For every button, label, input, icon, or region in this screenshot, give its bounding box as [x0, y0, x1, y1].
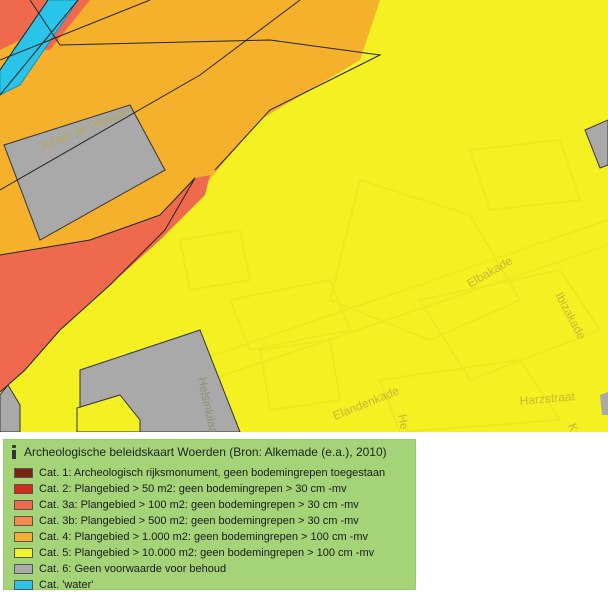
legend-swatch [14, 532, 33, 542]
map-view[interactable]: Johan de Wittlaan Elbakade Ibizakade Har… [0, 0, 608, 432]
legend-item: Cat. 5: Plangebied > 10.000 m2: geen bod… [14, 545, 385, 561]
street-label-he: He [395, 413, 412, 431]
info-icon[interactable] [10, 444, 18, 460]
legend-swatch [14, 580, 33, 590]
legend-item: Cat. 3a: Plangebied > 100 m2: geen bodem… [14, 497, 385, 513]
legend-item-label: Cat. 4: Plangebied > 1.000 m2: geen bode… [39, 531, 368, 543]
legend-item-label: Cat. 5: Plangebied > 10.000 m2: geen bod… [39, 547, 375, 559]
legend-swatch [14, 468, 33, 478]
legend-swatch [14, 500, 33, 510]
legend-item: Cat. 'water' [14, 577, 385, 593]
legend-item: Cat. 1: Archeologisch rijksmonument, gee… [14, 465, 385, 481]
legend-item-label: Cat. 'water' [39, 579, 94, 591]
map-canvas: Johan de Wittlaan Elbakade Ibizakade Har… [0, 0, 608, 432]
legend-swatch [14, 564, 33, 574]
legend-list: Cat. 1: Archeologisch rijksmonument, gee… [14, 465, 385, 593]
legend-item: Cat. 2: Plangebied > 50 m2: geen bodemin… [14, 481, 385, 497]
legend-panel: Archeologische beleidskaart Woerden (Bro… [3, 439, 416, 593]
legend-item: Cat. 4: Plangebied > 1.000 m2: geen bode… [14, 529, 385, 545]
legend-item-label: Cat. 3b: Plangebied > 500 m2: geen bodem… [39, 515, 359, 527]
legend-item-label: Cat. 3a: Plangebied > 100 m2: geen bodem… [39, 499, 359, 511]
legend-swatch [14, 548, 33, 558]
legend-swatch [14, 484, 33, 494]
legend-item-label: Cat. 2: Plangebied > 50 m2: geen bodemin… [39, 483, 347, 495]
legend-swatch [14, 516, 33, 526]
legend-title: Archeologische beleidskaart Woerden (Bro… [24, 445, 387, 459]
legend-header: Archeologische beleidskaart Woerden (Bro… [10, 444, 387, 460]
legend-item: Cat. 6: Geen voorwaarde voor behoud [14, 561, 385, 577]
legend-item-label: Cat. 1: Archeologisch rijksmonument, gee… [39, 467, 386, 479]
legend-item: Cat. 3b: Plangebied > 500 m2: geen bodem… [14, 513, 385, 529]
legend-item-label: Cat. 6: Geen voorwaarde voor behoud [39, 563, 227, 575]
